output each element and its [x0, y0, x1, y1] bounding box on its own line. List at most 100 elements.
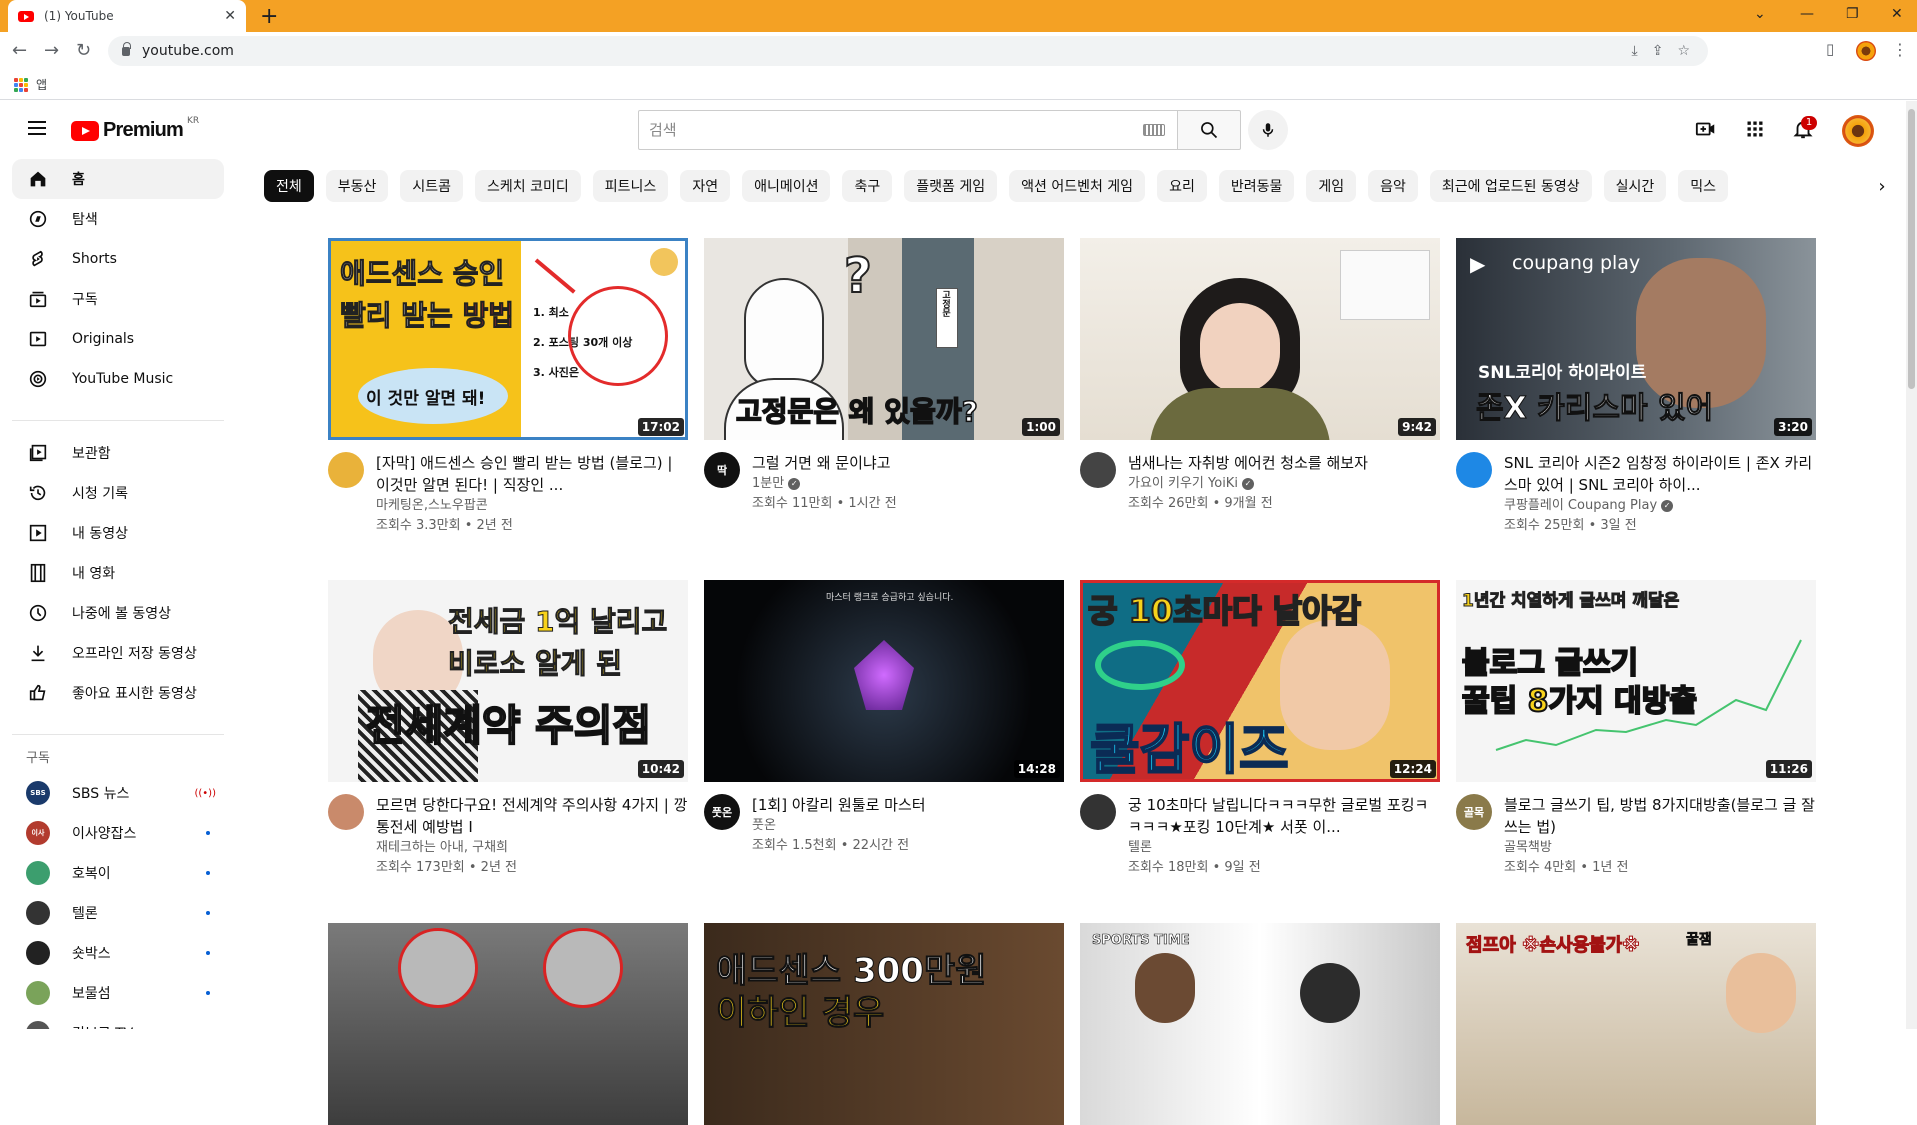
address-bar[interactable]: youtube.com ⤓ ⇪ ☆: [108, 36, 1708, 66]
search-button[interactable]: [1177, 110, 1241, 150]
filter-chip[interactable]: 요리: [1157, 170, 1207, 202]
sidebar-item-like[interactable]: 좋아요 표시한 동영상: [12, 673, 224, 713]
profile-avatar[interactable]: [1856, 41, 1876, 61]
subscription-item[interactable]: 텔론: [12, 893, 224, 933]
forward-button[interactable]: →: [44, 40, 59, 61]
minimize-button[interactable]: —: [1800, 6, 1814, 22]
chrome-menu-icon[interactable]: ⋮: [1892, 40, 1908, 59]
filter-chip[interactable]: 게임: [1306, 170, 1357, 202]
video-thumbnail[interactable]: 1년간 치열하게 글쓰며 깨달은 블로그 글쓰기 꿀팁 8가지 대방출 11:26: [1456, 580, 1816, 782]
channel-name[interactable]: 마케팅온,스노우팝콘: [376, 498, 488, 513]
subscription-item[interactable]: 김브로 TV: [12, 1013, 224, 1029]
apps-icon[interactable]: [1743, 117, 1767, 141]
url-text[interactable]: youtube.com: [142, 43, 234, 59]
video-card[interactable]: 궁 10초마다 날아감 쿨감이즈 12:24 궁 10초마다 날립니다ㅋㅋㅋ무한 글로…: [1080, 580, 1440, 878]
channel-name[interactable]: 골목책방: [1504, 840, 1552, 855]
video-title[interactable]: 그럴 거면 왜 문이냐고: [752, 452, 1064, 474]
video-thumbnail[interactable]: 마스터 랭크로 승급하고 싶습니다. 14:28: [704, 580, 1064, 782]
video-thumbnail[interactable]: 9:42: [1080, 238, 1440, 440]
video-card[interactable]: 점프아 ※손사용불가※ 꿀잼: [1456, 923, 1816, 1125]
subscription-item[interactable]: 보물섬: [12, 973, 224, 1013]
channel-avatar[interactable]: [328, 794, 364, 830]
channel-name[interactable]: 1분만: [752, 476, 784, 491]
video-card[interactable]: 애드센스 300만원 이하인 경우: [704, 923, 1064, 1125]
video-thumbnail[interactable]: 애드센스 300만원 이하인 경우: [704, 923, 1064, 1125]
scrollbar-thumb[interactable]: [1908, 109, 1915, 389]
video-card[interactable]: 마스터 랭크로 승급하고 싶습니다. 14:28 풋온 [1회] 아칼리 원툴로 마스…: [704, 580, 1064, 856]
video-title[interactable]: 냄새나는 자취방 에어컨 청소를 해보자: [1128, 452, 1440, 474]
subscription-item[interactable]: SBS SBS 뉴스 ((•)): [12, 773, 224, 813]
search-input[interactable]: [649, 121, 1143, 139]
install-app-icon[interactable]: ⤓: [1632, 43, 1638, 59]
channel-avatar[interactable]: 풋온: [704, 794, 740, 830]
channel-name[interactable]: 풋온: [752, 818, 776, 833]
channel-avatar[interactable]: [1080, 452, 1116, 488]
channel-name[interactable]: 재테크하는 아내, 구채희: [376, 840, 508, 855]
video-title[interactable]: [자막] 애드센스 승인 빨리 받는 방법 (블로그) | 이것만 알면 된다!…: [376, 452, 688, 496]
channel-avatar[interactable]: 딱: [704, 452, 740, 488]
page-scrollbar[interactable]: [1906, 101, 1917, 1029]
browser-tab[interactable]: (1) YouTube ✕: [8, 0, 246, 32]
sidebar-item-movies[interactable]: 내 영화: [12, 553, 224, 593]
filter-chip[interactable]: 믹스: [1678, 170, 1728, 202]
sidebar-item-subscriptions[interactable]: 구독: [12, 279, 224, 319]
subscription-item[interactable]: 숏박스: [12, 933, 224, 973]
video-thumbnail[interactable]: 점프아 ※손사용불가※ 꿀잼: [1456, 923, 1816, 1125]
sidebar-item-my-videos[interactable]: 내 동영상: [12, 513, 224, 553]
video-card[interactable]: SPORTS TIME: [1080, 923, 1440, 1125]
channel-avatar[interactable]: [1080, 794, 1116, 830]
filter-chip[interactable]: 애니메이션: [742, 170, 831, 202]
video-card[interactable]: 애드센스 승인 빨리 받는 방법 이 것만 알면 돼! 1. 최소 2. 포스팅 30개…: [328, 238, 688, 536]
channel-avatar[interactable]: [1456, 452, 1492, 488]
sidebar-item-originals[interactable]: Originals: [12, 319, 224, 359]
video-title[interactable]: SNL 코리아 시즌2 임창정 하이라이트 | 존X 카리스마 있어 | SNL…: [1504, 452, 1816, 496]
lock-icon[interactable]: [122, 41, 131, 56]
filter-chip[interactable]: 전체: [264, 170, 314, 202]
filter-chip[interactable]: 시트콤: [400, 170, 464, 202]
video-thumbnail[interactable]: SPORTS TIME: [1080, 923, 1440, 1125]
filter-chip[interactable]: 실시간: [1603, 170, 1667, 202]
create-video-icon[interactable]: [1694, 117, 1718, 141]
filter-chip[interactable]: 축구: [842, 170, 893, 202]
sidebar-item-home[interactable]: 홈: [12, 159, 224, 199]
sidebar-item-compass[interactable]: 탐색: [12, 199, 224, 239]
filter-chip[interactable]: 반려동물: [1218, 170, 1295, 202]
sidebar-item-watch-later[interactable]: 나중에 볼 동영상: [12, 593, 224, 633]
subscription-item[interactable]: 이사 이사양잡스: [12, 813, 224, 853]
search-box[interactable]: [638, 110, 1178, 150]
sidebar-item-music[interactable]: YouTube Music: [12, 359, 224, 399]
keyboard-icon[interactable]: [1143, 124, 1165, 136]
channel-name[interactable]: 쿠팡플레이 Coupang Play: [1504, 498, 1657, 513]
video-card[interactable]: [328, 923, 688, 1125]
guide-menu-icon[interactable]: [28, 121, 46, 135]
filter-chip[interactable]: 음악: [1368, 170, 1418, 202]
video-title[interactable]: 궁 10초마다 날립니다ㅋㅋㅋ무한 글로벌 포킹ㅋㅋㅋㅋ★포킹 10단계★ 서폿…: [1128, 794, 1440, 838]
back-button[interactable]: ←: [12, 40, 27, 61]
side-panel-icon[interactable]: ▯: [1826, 40, 1834, 58]
video-thumbnail[interactable]: 애드센스 승인 빨리 받는 방법 이 것만 알면 돼! 1. 최소 2. 포스팅 30개…: [328, 238, 688, 440]
sidebar-item-download[interactable]: 오프라인 저장 동영상: [12, 633, 224, 673]
account-avatar[interactable]: [1842, 115, 1874, 147]
filter-chip[interactable]: 플랫폼 게임: [904, 170, 998, 202]
channel-avatar[interactable]: 골목: [1456, 794, 1492, 830]
filter-chip[interactable]: 부동산: [325, 170, 389, 202]
subscription-item[interactable]: 호복이: [12, 853, 224, 893]
channel-name[interactable]: 가요이 키우기 YoiKi: [1128, 476, 1238, 491]
video-thumbnail[interactable]: 전세금 1억 날리고 비로소 알게 된 전세계약 주의점 10:42: [328, 580, 688, 782]
restore-button[interactable]: ❐: [1846, 6, 1859, 22]
filter-chip[interactable]: 최근에 업로드된 동영상: [1429, 170, 1592, 202]
video-thumbnail[interactable]: coupang play ▶ SNL코리아 하이라이트 존X 카리스마 있어 3:20: [1456, 238, 1816, 440]
bookmark-star-icon[interactable]: ☆: [1677, 43, 1690, 59]
youtube-premium-logo[interactable]: Premium KR: [71, 116, 199, 142]
video-thumbnail[interactable]: [328, 923, 688, 1125]
filter-chip[interactable]: 피트니스: [592, 170, 669, 202]
new-tab-button[interactable]: +: [260, 4, 278, 29]
sidebar-item-shorts[interactable]: Shorts: [12, 239, 224, 279]
chips-next-button[interactable]: ›: [1862, 170, 1902, 202]
filter-chip[interactable]: 자연: [680, 170, 731, 202]
apps-bookmark-label[interactable]: 앱: [36, 76, 47, 93]
video-title[interactable]: 모르면 당한다구요! 전세계약 주의사항 4가지 | 깡통전세 예방법 I: [376, 794, 688, 838]
close-window-button[interactable]: ✕: [1891, 6, 1903, 22]
video-card[interactable]: 전세금 1억 날리고 비로소 알게 된 전세계약 주의점 10:42 모르면 당한다구요…: [328, 580, 688, 878]
close-tab-icon[interactable]: ✕: [224, 8, 236, 24]
